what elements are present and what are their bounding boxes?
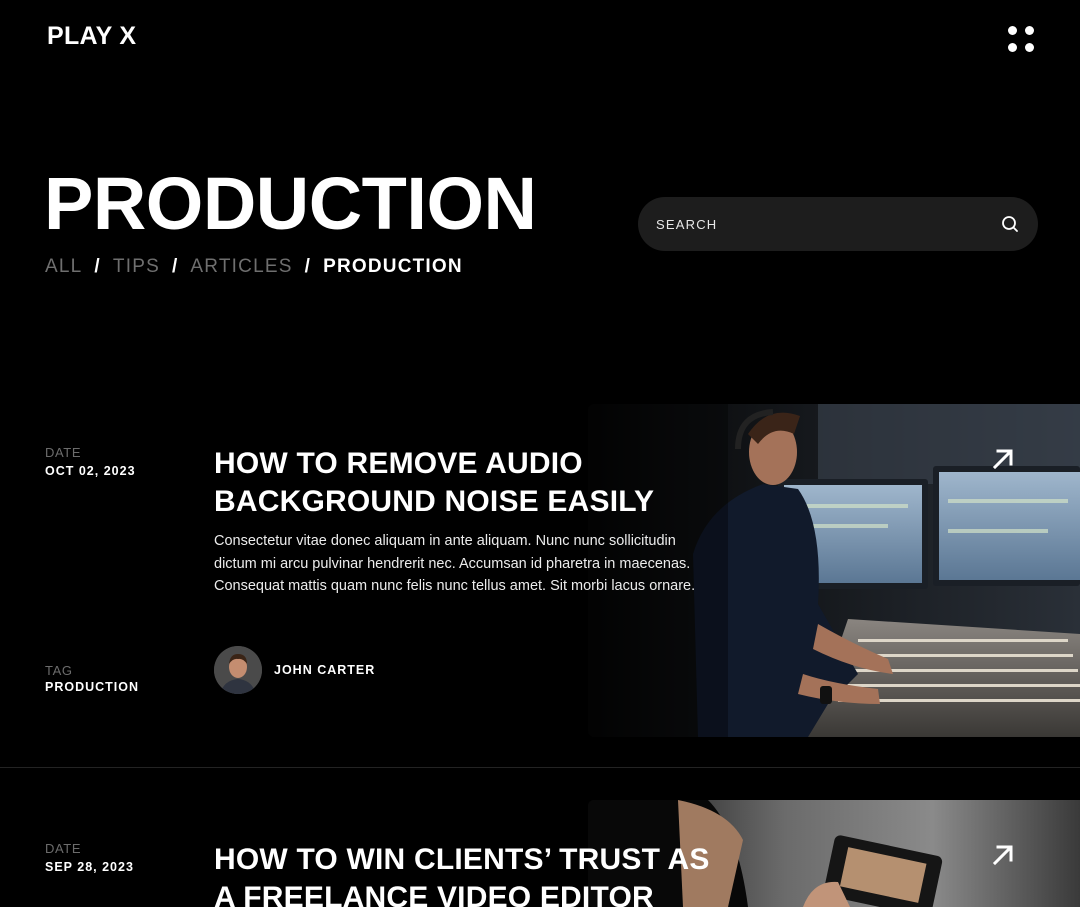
post-excerpt: Consectetur vitae donec aliquam in ante … — [214, 533, 696, 594]
breadcrumb-item-production[interactable]: PRODUCTION — [323, 256, 463, 278]
search-icon[interactable] — [1000, 214, 1020, 234]
post-title[interactable]: HOW TO REMOVE AUDIO BACKGROUND NOISE EAS… — [214, 445, 724, 521]
search-bar — [638, 197, 1038, 251]
breadcrumb-separator: / — [304, 256, 312, 277]
breadcrumb-item-all[interactable]: ALL — [45, 256, 82, 278]
dot — [1008, 43, 1017, 52]
breadcrumb-item-tips[interactable]: TIPS — [113, 256, 160, 278]
post-tag[interactable]: PRODUCTION — [45, 680, 139, 694]
avatar — [214, 646, 262, 694]
grid-dots-icon — [1008, 26, 1017, 35]
post-author[interactable]: JOHN CARTER — [214, 646, 375, 694]
menu-button[interactable] — [1008, 26, 1036, 54]
post-title[interactable]: HOW TO WIN CLIENTS’ TRUST AS A FREELANCE… — [214, 841, 734, 907]
date-label: DATE — [45, 841, 82, 856]
author-name: JOHN CARTER — [274, 663, 376, 677]
breadcrumb: ALL / TIPS / ARTICLES / PRODUCTION — [45, 256, 463, 278]
post-card[interactable]: DATE OCT 02, 2023 HOW TO REMOVE AUDIO BA… — [0, 404, 1080, 768]
page-title: PRODUCTION — [44, 162, 537, 245]
arrow-up-right-icon[interactable] — [990, 446, 1016, 472]
tag-label: TAG — [45, 663, 73, 678]
post-date: SEP 28, 2023 — [45, 860, 134, 874]
post-card[interactable]: DATE SEP 28, 2023 HOW TO WIN CLIENTS’ TR… — [0, 800, 1080, 907]
arrow-up-right-icon[interactable] — [990, 842, 1016, 868]
search-input[interactable] — [656, 216, 1000, 232]
date-label: DATE — [45, 445, 82, 460]
dot — [1025, 26, 1034, 35]
logo[interactable]: PLAY X — [47, 22, 136, 51]
breadcrumb-separator: / — [94, 256, 101, 277]
breadcrumb-item-articles[interactable]: ARTICLES — [190, 256, 292, 278]
dot — [1025, 43, 1034, 52]
post-date: OCT 02, 2023 — [45, 464, 136, 478]
breadcrumb-separator: / — [171, 256, 179, 277]
